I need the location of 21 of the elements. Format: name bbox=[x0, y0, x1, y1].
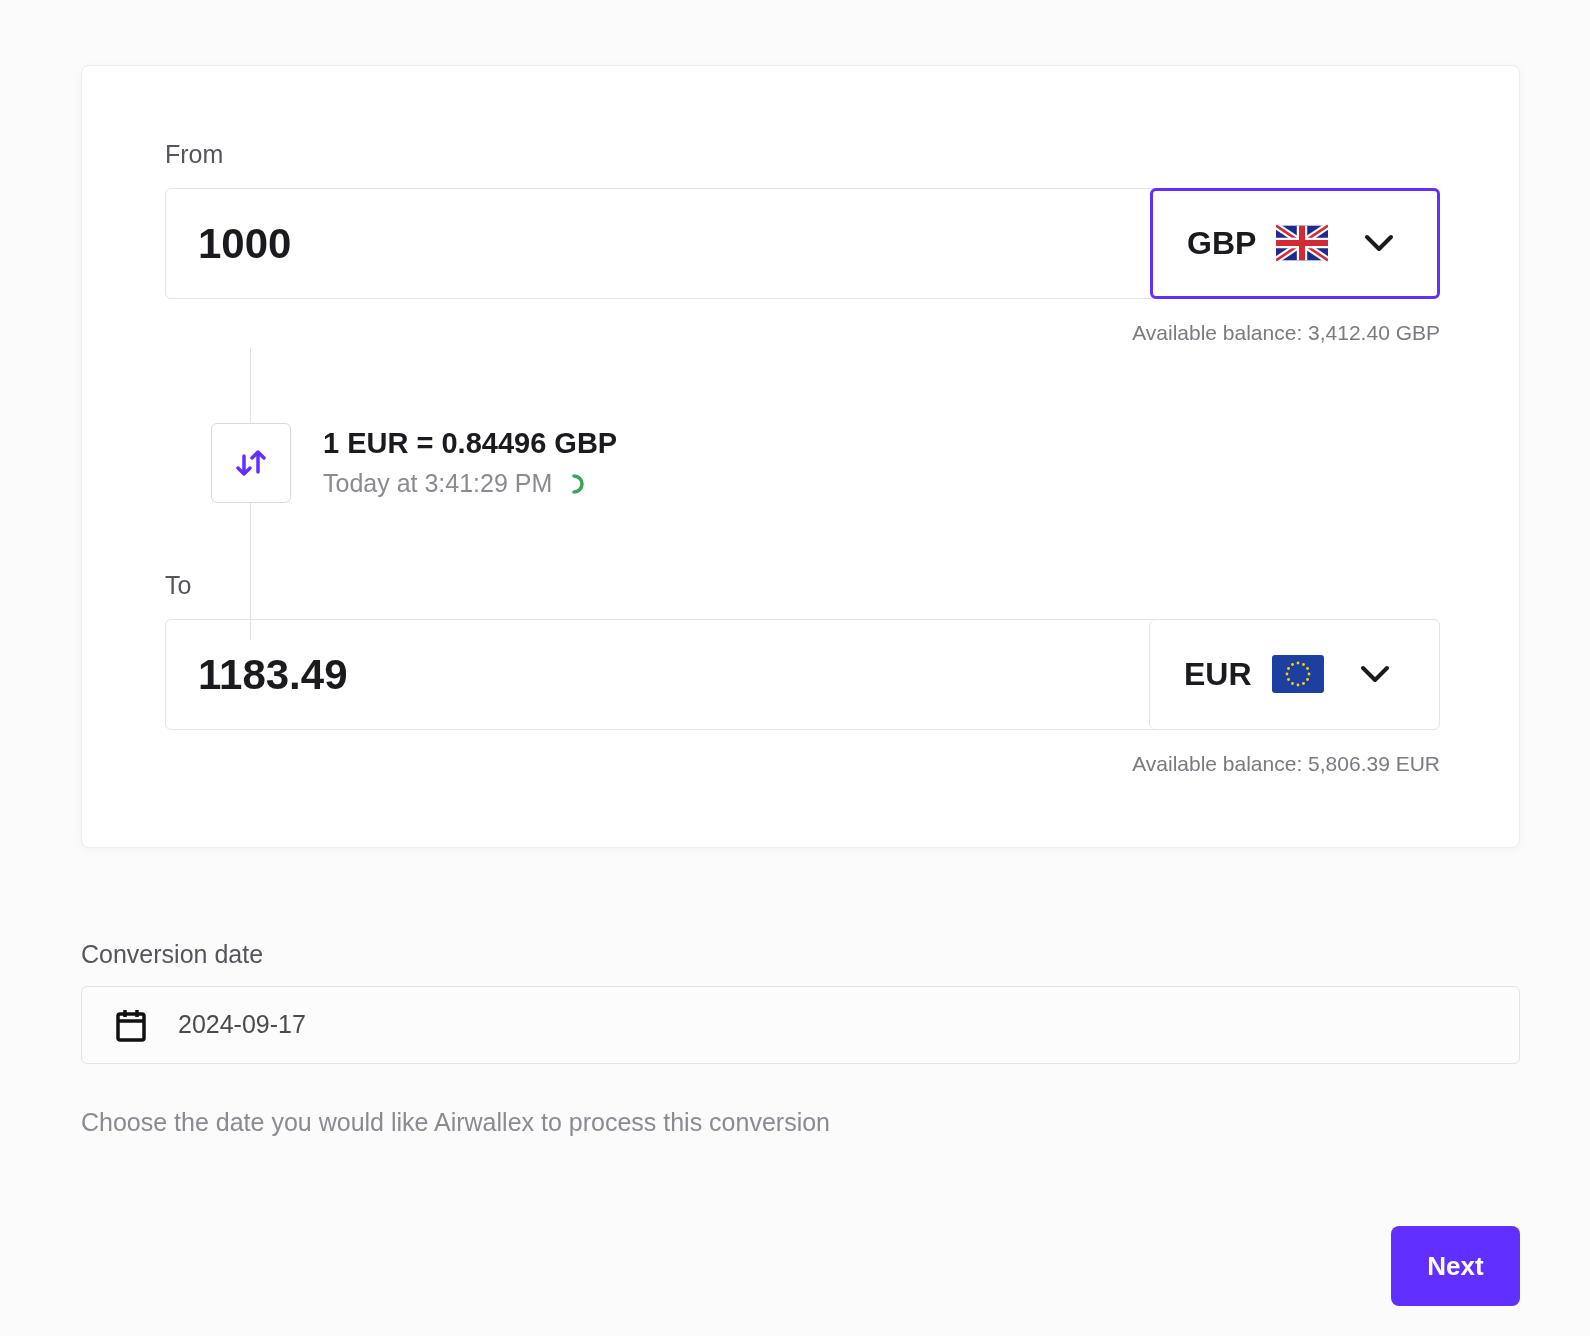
field-label: To bbox=[165, 570, 193, 601]
amount-field[interactable]: 1000 GBP bbox=[165, 187, 1440, 299]
chevron-down-icon bbox=[1364, 234, 1395, 252]
chevron-down-icon bbox=[1359, 665, 1390, 683]
currency-select[interactable]: GBP bbox=[1150, 187, 1440, 299]
field-label: Conversion date bbox=[81, 939, 265, 970]
amount-field[interactable]: 1183.49 EUR bbox=[165, 618, 1440, 730]
date-field[interactable]: 2024-09-17 bbox=[81, 985, 1520, 1064]
swap-arrows-icon bbox=[234, 448, 268, 478]
swap-button[interactable] bbox=[211, 423, 291, 503]
exchange-rate: 1 EUR = 0.84496 GBP bbox=[323, 426, 618, 461]
currency-select[interactable]: EUR bbox=[1149, 619, 1439, 729]
available-balance: Available balance: 5,806.39 EUR bbox=[1132, 750, 1440, 777]
next-button[interactable]: Next bbox=[1391, 1226, 1520, 1306]
available-balance: Available balance: 3,412.40 GBP bbox=[1132, 319, 1440, 346]
flag-icon bbox=[1271, 655, 1324, 693]
field-label: From bbox=[165, 139, 225, 170]
rate-timestamp: Today at 3:41:29 PM bbox=[323, 468, 553, 499]
calendar-icon bbox=[116, 1007, 146, 1042]
flag-icon bbox=[1276, 224, 1329, 262]
helper-text: Choose the date you would like Airwallex to process this conversion bbox=[81, 1106, 831, 1138]
